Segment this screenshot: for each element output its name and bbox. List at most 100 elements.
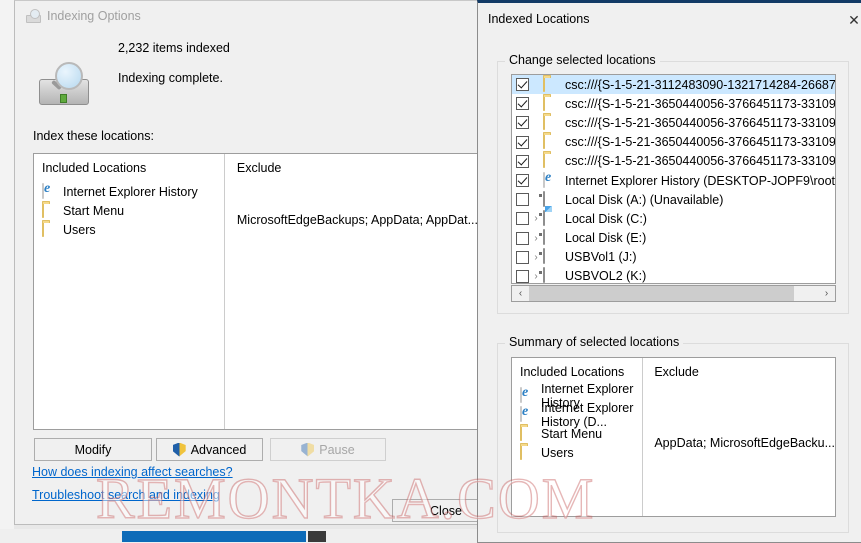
tree-item-label: csc:///{S-1-5-21-3650440056-3766451173-3…	[565, 135, 836, 150]
scroll-right-arrow-icon[interactable]: ›	[818, 288, 835, 299]
tree-item-label: csc:///{S-1-5-21-3112483090-1321714284-2…	[565, 77, 836, 92]
folder-icon	[543, 94, 559, 112]
change-selected-locations-group: Change selected locations › csc:///{S-1-…	[497, 53, 849, 314]
list-item[interactable]: Internet Explorer History	[42, 182, 224, 201]
tree-item[interactable]: › csc:///{S-1-5-21-3650440056-3766451173…	[512, 133, 835, 152]
list-item[interactable]: Internet Explorer History (D...	[520, 401, 642, 429]
how-indexing-affects-searches-link[interactable]: How does indexing affect searches?	[32, 465, 233, 479]
tree-item-label: Local Disk (C:)	[565, 211, 647, 226]
summary-listbox[interactable]: Included Locations Internet Explorer His…	[511, 357, 836, 517]
included-locations-listbox[interactable]: Included Locations Internet Explorer His…	[33, 153, 479, 430]
tree-item[interactable]: › Local Disk (A:) (Unavailable)	[512, 190, 835, 209]
indexing-state-text: Indexing complete.	[118, 71, 223, 85]
checkbox[interactable]	[516, 116, 529, 130]
column-header-exclude: Exclude	[654, 365, 699, 379]
tree-item-label: csc:///{S-1-5-21-3650440056-3766451173-3…	[565, 115, 836, 130]
ie-history-icon	[42, 182, 58, 200]
expand-chevron-icon: ›	[529, 175, 543, 186]
scrollbar-thumb[interactable]	[529, 286, 794, 301]
taskbar-item-secondary[interactable]	[308, 531, 326, 542]
folder-icon	[543, 152, 559, 169]
indexing-status-panel: 2,232 items indexed Indexing complete.	[15, 31, 479, 143]
summary-exclude-column: Exclude AppData; MicrosoftEdgeBacku...	[643, 358, 835, 516]
ie-history-icon	[520, 386, 536, 404]
items-indexed-count: 2,232 items indexed	[118, 41, 230, 55]
tree-item[interactable]: › csc:///{S-1-5-21-3650440056-3766451173…	[512, 94, 835, 113]
column-header-exclude: Exclude	[236, 161, 282, 175]
expand-chevron-icon: ›	[529, 156, 543, 167]
expand-chevron-icon: ›	[529, 98, 543, 109]
close-button-label: Close	[430, 503, 462, 518]
locations-tree[interactable]: › csc:///{S-1-5-21-3112483090-1321714284…	[511, 74, 836, 284]
change-selected-locations-label: Change selected locations	[505, 53, 660, 67]
advanced-button-label: Advanced	[190, 442, 247, 457]
summary-exclude-value: AppData; MicrosoftEdgeBacku...	[654, 436, 835, 450]
checkbox[interactable]	[516, 269, 529, 283]
tree-item[interactable]: › csc:///{S-1-5-21-3112483090-1321714284…	[512, 75, 836, 95]
indexing-options-window[interactable]: Indexing Options 2,232 items indexed Ind…	[14, 0, 500, 525]
checkbox[interactable]	[516, 97, 529, 111]
folder-icon	[42, 220, 58, 238]
advanced-button[interactable]: Advanced	[156, 438, 263, 461]
included-locations-column: Included Locations Internet Explorer His…	[34, 154, 225, 429]
drive-icon	[543, 267, 559, 283]
expand-chevron-icon: ›	[529, 137, 543, 148]
checkbox[interactable]	[516, 78, 529, 92]
indexing-options-app-icon	[25, 8, 41, 24]
list-item-label: Start Menu	[63, 203, 125, 218]
modify-button-label: Modify	[74, 442, 112, 457]
scroll-left-arrow-icon[interactable]: ‹	[512, 288, 529, 299]
tree-item-label: csc:///{S-1-5-21-3650440056-3766451173-3…	[565, 154, 836, 169]
expand-chevron-icon: ›	[529, 79, 543, 90]
tree-item-label: csc:///{S-1-5-21-3650440056-3766451173-3…	[565, 96, 836, 111]
indexed-locations-titlebar[interactable]: Indexed Locations	[478, 3, 861, 35]
indexing-options-titlebar[interactable]: Indexing Options	[15, 1, 479, 31]
tree-item[interactable]: › csc:///{S-1-5-21-3650440056-3766451173…	[512, 113, 835, 132]
tree-item-label: Local Disk (A:) (Unavailable)	[565, 192, 724, 207]
tree-item[interactable]: › USBVol1 (J:)	[512, 248, 835, 267]
shield-icon	[172, 442, 186, 457]
checkbox[interactable]	[516, 135, 529, 149]
indexed-locations-dialog[interactable]: Indexed Locations ✕ Change selected loca…	[477, 0, 861, 543]
checkbox[interactable]	[516, 212, 529, 226]
troubleshoot-search-indexing-link[interactable]: Troubleshoot search and indexing	[32, 488, 220, 502]
modify-button[interactable]: Modify	[34, 438, 152, 461]
column-header-included: Included Locations	[42, 161, 147, 175]
tree-item-label: USBVOL2 (K:)	[565, 269, 647, 284]
list-item[interactable]: Users	[520, 443, 642, 462]
list-item[interactable]: Start Menu	[42, 201, 224, 220]
tree-item[interactable]: › Local Disk (E:)	[512, 229, 835, 248]
summary-of-selected-locations-group: Summary of selected locations Included L…	[497, 335, 849, 533]
taskbar-item-active[interactable]	[122, 531, 306, 542]
checkbox[interactable]	[516, 174, 529, 188]
list-item-label: Users	[541, 445, 574, 460]
summary-label: Summary of selected locations	[505, 335, 684, 349]
close-icon[interactable]: ✕	[842, 6, 861, 34]
column-header-included: Included Locations	[520, 365, 625, 379]
folder-icon	[520, 424, 536, 442]
pause-button: Pause	[270, 438, 386, 461]
list-item-label: Internet Explorer History (D...	[541, 400, 634, 429]
tree-item-label: USBVol1 (J:)	[565, 250, 637, 265]
tree-item[interactable]: › csc:///{S-1-5-21-3650440056-3766451173…	[512, 152, 835, 171]
exclude-value: MicrosoftEdgeBackups; AppData; AppDat...	[236, 213, 478, 227]
list-item[interactable]: Users	[42, 220, 224, 239]
checkbox[interactable]	[516, 193, 529, 207]
tree-item[interactable]: › Local Disk (C:)	[512, 209, 835, 228]
checkbox[interactable]	[516, 231, 529, 245]
checkbox[interactable]	[516, 154, 529, 168]
horizontal-scrollbar[interactable]: ‹ ›	[511, 285, 836, 302]
folder-icon	[543, 113, 559, 131]
dialog-title: Indexed Locations	[488, 12, 590, 26]
list-item-label: Users	[63, 222, 96, 237]
folder-icon	[42, 201, 58, 219]
folder-icon	[520, 443, 536, 461]
tree-item[interactable]: › USBVOL2 (K:)	[512, 267, 835, 284]
folder-icon	[543, 75, 559, 93]
drive-icon	[543, 248, 559, 265]
tree-item[interactable]: › Internet Explorer History (DESKTOP-JOP…	[512, 171, 835, 190]
checkbox[interactable]	[516, 250, 529, 264]
windows-drive-icon	[543, 209, 559, 227]
list-item-label: Internet Explorer History	[63, 184, 198, 199]
ie-history-icon	[520, 405, 536, 423]
